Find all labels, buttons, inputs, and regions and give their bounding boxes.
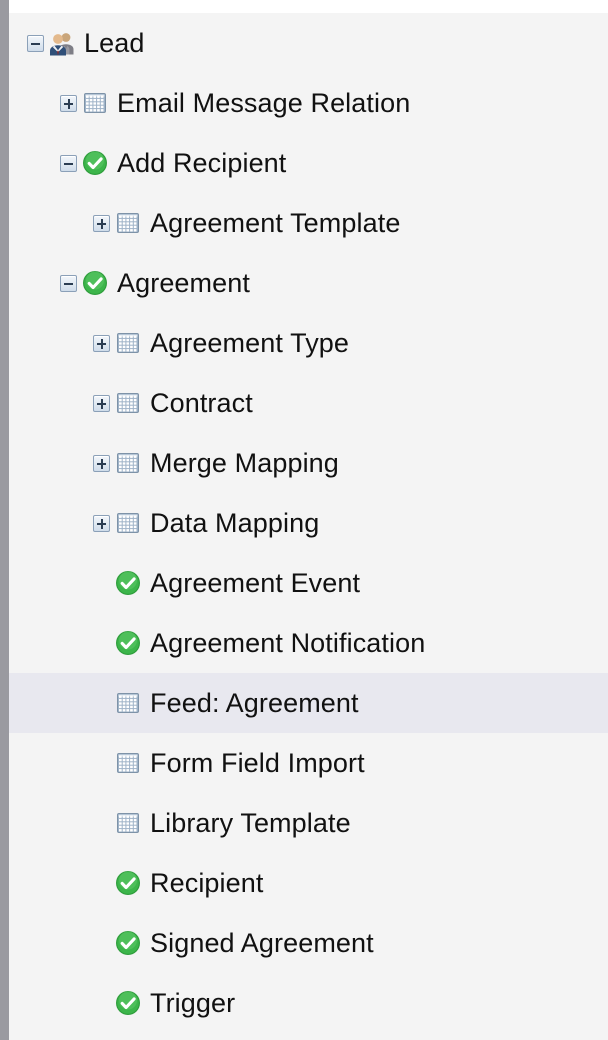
- top-gutter-strip: [9, 0, 608, 13]
- object-relationship-tree-panel: Lead Email Message Relation Add Recipient A…: [0, 0, 608, 1040]
- green-check-icon: [82, 270, 108, 296]
- tree-row[interactable]: Add Recipient: [9, 133, 608, 193]
- tree-row[interactable]: Form Field Import: [9, 733, 608, 793]
- grid-table-icon: [115, 450, 141, 476]
- grid-table-icon: [115, 330, 141, 356]
- toggle-placeholder: [93, 995, 110, 1012]
- grid-table-icon: [115, 750, 141, 776]
- collapse-node-button[interactable]: [60, 154, 77, 172]
- green-check-icon: [115, 990, 141, 1016]
- tree-row[interactable]: Library Template: [9, 793, 608, 853]
- tree-row-label: Trigger: [150, 988, 236, 1018]
- green-check-icon: [115, 570, 141, 596]
- green-check-icon: [115, 870, 141, 896]
- tree-row-label: Agreement Type: [150, 328, 350, 358]
- toggle-placeholder: [93, 815, 110, 832]
- toggle-placeholder: [93, 635, 110, 652]
- tree-row[interactable]: Agreement Notification: [9, 613, 608, 673]
- grid-table-icon: [82, 90, 108, 116]
- tree-row[interactable]: Agreement: [9, 253, 608, 313]
- tree-row[interactable]: Merge Mapping: [9, 433, 608, 493]
- collapse-node-button[interactable]: [60, 274, 77, 292]
- tree-row[interactable]: Agreement Type: [9, 313, 608, 373]
- tree-row[interactable]: Signed Agreement: [9, 913, 608, 973]
- tree-row-label: Data Mapping: [150, 508, 320, 538]
- tree-row-label: Library Template: [150, 808, 351, 838]
- tree-row-label: Recipient: [150, 868, 264, 898]
- tree-row[interactable]: Feed: Agreement: [9, 673, 608, 733]
- tree-row[interactable]: Lead: [9, 13, 608, 73]
- tree-list: Lead Email Message Relation Add Recipient A…: [9, 13, 608, 1040]
- expand-node-button[interactable]: [93, 454, 110, 472]
- tree-row[interactable]: Trigger: [9, 973, 608, 1033]
- green-check-icon: [82, 150, 108, 176]
- tree-row[interactable]: Agreement Template: [9, 193, 608, 253]
- toggle-placeholder: [93, 755, 110, 772]
- expand-node-button[interactable]: [93, 394, 110, 412]
- tree-row-label: Agreement: [117, 268, 250, 298]
- expand-node-button[interactable]: [93, 334, 110, 352]
- expand-node-button[interactable]: [93, 514, 110, 532]
- grid-table-icon: [115, 510, 141, 536]
- tree-row-label: Feed: Agreement: [150, 688, 359, 718]
- toggle-placeholder: [93, 875, 110, 892]
- tree-row-label: Contract: [150, 388, 253, 418]
- toggle-placeholder: [93, 935, 110, 952]
- expand-node-button[interactable]: [60, 94, 77, 112]
- tree-row[interactable]: Email Message Relation: [9, 73, 608, 133]
- tree-row-label: Merge Mapping: [150, 448, 339, 478]
- collapse-node-button[interactable]: [27, 34, 44, 52]
- tree-row-label: Agreement Template: [150, 208, 401, 238]
- tree-row-label: Signed Agreement: [150, 928, 374, 958]
- expand-node-button[interactable]: [93, 214, 110, 232]
- grid-table-icon: [115, 390, 141, 416]
- grid-table-icon: [115, 210, 141, 236]
- tree-row[interactable]: Agreement Event: [9, 553, 608, 613]
- toggle-placeholder: [93, 575, 110, 592]
- tree-row[interactable]: Data Mapping: [9, 493, 608, 553]
- toggle-placeholder: [93, 695, 110, 712]
- tree-row-label: Lead: [84, 28, 145, 58]
- tree-row-label: Agreement Event: [150, 568, 361, 598]
- tree-row-label: Form Field Import: [150, 748, 365, 778]
- green-check-icon: [115, 930, 141, 956]
- tree-row-label: Email Message Relation: [117, 88, 411, 118]
- grid-table-icon: [115, 810, 141, 836]
- grid-table-icon: [115, 690, 141, 716]
- tree-row-label: Agreement Notification: [150, 628, 426, 658]
- vertical-scrollbar[interactable]: [0, 0, 9, 1040]
- tree-row[interactable]: Contract: [9, 373, 608, 433]
- tree-row-label: Add Recipient: [117, 148, 287, 178]
- tree-row[interactable]: Recipient: [9, 853, 608, 913]
- green-check-icon: [115, 630, 141, 656]
- people-icon: [49, 30, 75, 56]
